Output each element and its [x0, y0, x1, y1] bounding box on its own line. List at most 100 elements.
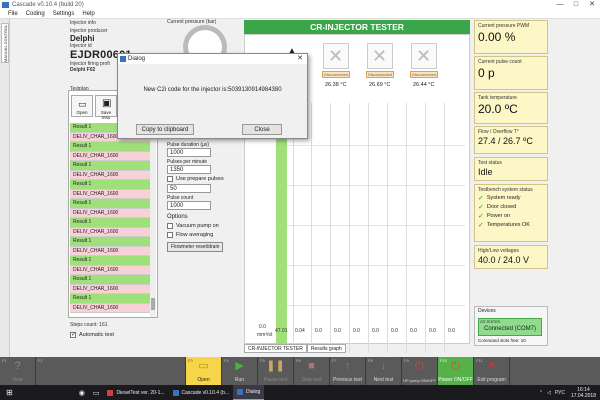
voltages-box: High/Low voltages 40.0 / 24.0 V	[474, 245, 548, 269]
pulse-duration-input[interactable]: 1000	[167, 148, 211, 157]
explorer-icon[interactable]: ▭	[89, 385, 104, 400]
testplan-row[interactable]: DELIV_CHAR_1600	[70, 189, 150, 199]
testplan-row[interactable]: DELIV_CHAR_1600	[70, 208, 150, 218]
testplan-row[interactable]: DELIV_CHAR_1600	[70, 265, 150, 275]
hp-pump-button[interactable]: F9 ⏻ HP pump ON/OFF	[402, 357, 438, 385]
y-axis-zero: 0.0	[259, 324, 266, 330]
help-button[interactable]: F1 ? Help	[0, 357, 36, 385]
prepare-pulses-input[interactable]: 50	[167, 184, 211, 193]
automatic-test-checkbox[interactable]: ✓	[70, 332, 76, 338]
status-door-closed: ✓ Door closed	[475, 202, 547, 211]
testplan-row[interactable]: DELIV_CHAR_1600	[70, 151, 150, 161]
tab-cr-injector-tester[interactable]: CR-INJECTOR TESTER	[244, 344, 307, 353]
automatic-test-label: Automatic test	[79, 332, 114, 338]
arrow-up-icon: ↑	[344, 360, 351, 372]
open-button[interactable]: F3 ▭ Open	[186, 357, 222, 385]
testplan-list: Result 1 DELIV_CHAR_1600 Result 1 DELIV_CHA…	[70, 123, 150, 317]
testplan-row[interactable]: Result 1	[70, 237, 150, 247]
taskbar: ⊞ ◉ ▭ DieselTest ver. 20-1... Cascade v0…	[0, 385, 600, 400]
devices-panel: Devices CR-TESTER Connected (COM7) Comma…	[474, 306, 548, 346]
flow-averaging-checkbox[interactable]	[167, 232, 173, 238]
injector-channel-4[interactable]: ✕	[411, 43, 437, 69]
testplan-row[interactable]: Result 1	[70, 275, 150, 285]
minimize-button[interactable]: —	[552, 0, 568, 10]
testplan-row[interactable]: DELIV_CHAR_1600	[70, 246, 150, 256]
dialog-close-button[interactable]: Close	[242, 124, 282, 135]
copy-to-clipboard-button[interactable]: Copy to clipboard	[136, 124, 194, 135]
fkey-label: Next test	[373, 377, 394, 383]
fkey-label: Exit program	[477, 377, 506, 383]
vacuum-pump-checkbox[interactable]	[167, 223, 173, 229]
fkey-label: Run	[234, 377, 245, 383]
power-icon: ⏻	[415, 360, 424, 372]
pulses-per-minute-input[interactable]: 1350	[167, 165, 211, 174]
testplan-row[interactable]: DELIV_CHAR_1600	[70, 284, 150, 294]
testplan-row[interactable]: DELIV_CHAR_1600	[70, 227, 150, 237]
menu-help[interactable]: Help	[82, 10, 94, 18]
channel-2-temp: 26.38 °C	[325, 82, 347, 88]
fkey-empty[interactable]: F2	[36, 357, 186, 385]
tab-results-graph[interactable]: Results graph	[306, 344, 346, 353]
clock[interactable]: 16:14 17.04.2018	[571, 387, 596, 399]
next-test-button[interactable]: F8 ↓ Next test	[366, 357, 402, 385]
previous-test-button[interactable]: F7 ↑ Previous test	[330, 357, 366, 385]
language-indicator[interactable]: РУС	[555, 390, 565, 396]
prepare-pulses-checkbox[interactable]	[167, 176, 173, 182]
dialog-close-icon[interactable]: ✕	[297, 54, 303, 64]
tray-up-icon[interactable]: ⌃	[539, 390, 543, 396]
injector-channel-2[interactable]: ✕	[323, 43, 349, 69]
stop-test-button[interactable]: F6 ■ Stop test	[294, 357, 330, 385]
device-card[interactable]: CR-TESTER Connected (COM7)	[478, 318, 542, 336]
pulse-count-input[interactable]: 1000	[167, 201, 211, 210]
disabled-injector-icon: ✕	[372, 46, 388, 66]
run-button[interactable]: F4 ▶ Run	[222, 357, 258, 385]
testplan-row[interactable]: Result 1	[70, 180, 150, 190]
vacuum-pump-label: Vacuum pump on	[176, 223, 219, 229]
channel-3-temp: 26.69 °C	[369, 82, 391, 88]
menu-bar: File Coding Settings Help	[0, 10, 600, 19]
menu-settings[interactable]: Settings	[53, 10, 75, 18]
taskbar-cascade[interactable]: Cascade v0.10.4 (b...	[169, 385, 234, 400]
automatic-test-toggle[interactable]: ✓ Automatic test	[70, 332, 114, 338]
menu-file[interactable]: File	[8, 10, 18, 18]
flow-averaging-toggle[interactable]: Flow averaging	[167, 232, 239, 238]
pulse-duration-label: Pulse duration (µs)	[167, 142, 210, 148]
manual-control-tab[interactable]: MANUAL CONTROL	[1, 23, 9, 63]
testplan-row[interactable]: Result 1	[70, 294, 150, 304]
power-button[interactable]: F10 ⏻ Power ON/OFF	[438, 357, 474, 385]
close-window-button[interactable]: ✕	[584, 0, 600, 10]
x-tick-9: 0.0	[429, 328, 436, 334]
injector-channel-3[interactable]: ✕	[367, 43, 393, 69]
x-tick-4: 0.0	[334, 328, 341, 334]
save-label: Save resu	[100, 110, 112, 120]
device-name: CR-TESTER	[480, 320, 501, 324]
taskbar-dialog[interactable]: Dialog	[233, 385, 265, 400]
taskbar-dieseltest[interactable]: DieselTest ver. 20-1...	[103, 385, 168, 400]
exit-program-button[interactable]: F11 ✕ Exit program	[474, 357, 510, 385]
injection-bar-1	[276, 103, 287, 353]
windows-start-icon[interactable]: ⊞	[0, 385, 19, 400]
testplan-row[interactable]: Result 1	[70, 161, 150, 171]
tank-temperature-label: Tank temperature	[478, 95, 517, 101]
steps-count: Steps count: 161	[70, 322, 108, 328]
chrome-icon[interactable]: ◉	[75, 385, 89, 400]
testplan-row[interactable]: DELIV_CHAR_1600	[70, 170, 150, 180]
save-results-button[interactable]: ▣ Save resu	[95, 95, 117, 120]
y-axis-unit: mm³/st	[257, 332, 273, 338]
testplan-row[interactable]: Result 1	[70, 142, 150, 152]
x-tick-7: 0.0	[391, 328, 398, 334]
testplan-row[interactable]: Result 1	[70, 218, 150, 228]
prepare-pulses-toggle[interactable]: Use prepare pulses	[167, 176, 239, 182]
volume-icon[interactable]: ◁	[547, 390, 551, 396]
testplan-row[interactable]: Result 1	[70, 256, 150, 266]
system-tray: ⌃ ◁ РУС 16:14 17.04.2018	[539, 385, 596, 400]
vacuum-pump-toggle[interactable]: Vacuum pump on	[167, 223, 239, 229]
flowmeter-reset-button[interactable]: Flowmeter reset/drain	[167, 242, 224, 252]
menu-coding[interactable]: Coding	[26, 10, 45, 18]
testplan-scrollbar[interactable]	[150, 123, 156, 317]
testplan-row[interactable]: Result 1	[70, 199, 150, 209]
maximize-button[interactable]: □	[568, 0, 584, 10]
testplan-row[interactable]: DELIV_CHAR_1600	[70, 303, 150, 313]
open-testplan-button[interactable]: ▭ Open	[71, 95, 93, 117]
pause-test-button[interactable]: F5 ❚❚ Pause test	[258, 357, 294, 385]
